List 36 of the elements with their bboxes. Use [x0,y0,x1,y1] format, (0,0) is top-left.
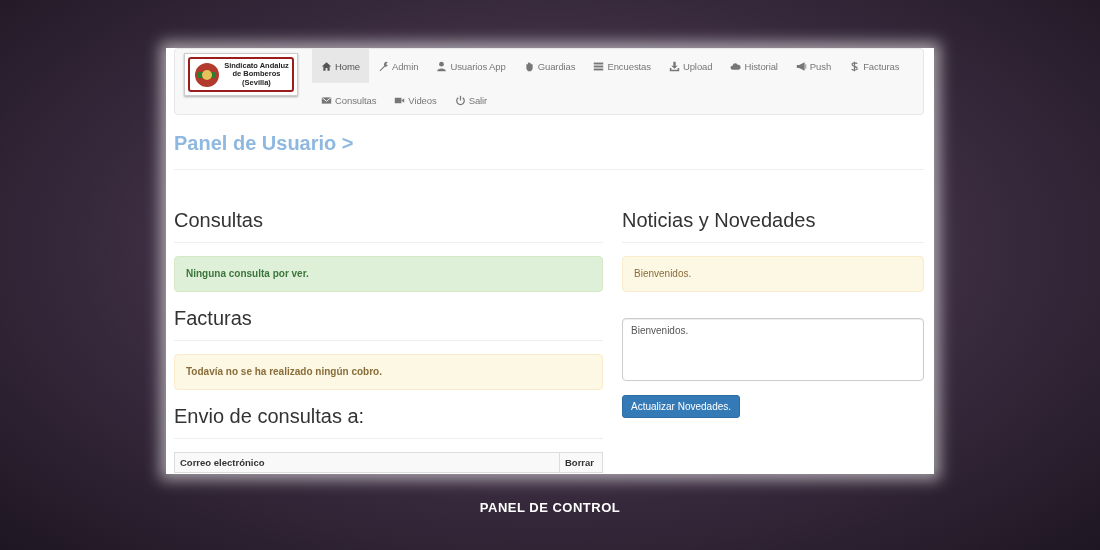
download-icon [668,60,680,72]
cloud-icon [730,60,742,72]
user-icon [436,60,448,72]
nav-link[interactable]: Encuestas [584,49,660,83]
update-news-button[interactable]: Actualizar Novedades. [622,395,741,418]
news-textarea[interactable]: Bienvenidos. [622,318,924,381]
section-heading: Envio de consultas a: [174,404,366,428]
nav-link[interactable]: Guardias [514,49,585,83]
caption-title: PANEL DE CONTROL [479,500,621,515]
page-title: Panel de Usuario > [174,115,924,170]
nav-link[interactable]: Videos [385,83,446,117]
column-header: Correo electrónico [174,452,560,473]
section-heading: Consultas [174,208,264,232]
hand-icon [523,60,535,72]
envelope-icon [321,94,332,106]
dollar-icon [849,60,861,72]
wrench-icon [377,60,389,72]
nav-link[interactable]: Push [786,49,841,83]
nav-link[interactable]: Usuarios App [427,49,515,83]
alert-message: Todavía no se ha realizado ningún cobro. [174,354,603,390]
bullhorn-icon [795,60,807,72]
nav-link[interactable]: Consultas [312,83,386,117]
column-header: Borrar [559,452,603,473]
nav-link[interactable]: Facturas [840,49,909,83]
list-icon [593,60,605,72]
nav-link[interactable]: Salir [445,83,497,117]
nav-link[interactable]: Admin [368,49,428,83]
home-icon [321,60,332,72]
power-icon [454,94,466,106]
section-heading: Noticias y Novedades [622,208,817,232]
section-heading: Facturas [174,306,253,330]
nav-link[interactable]: Upload [659,49,722,83]
nav-link[interactable]: Home [312,49,369,83]
alert-message: Ninguna consulta por ver. [174,256,603,292]
nav-link[interactable]: Historial [721,49,787,83]
alert-message: Bienvenidos. [622,256,924,292]
